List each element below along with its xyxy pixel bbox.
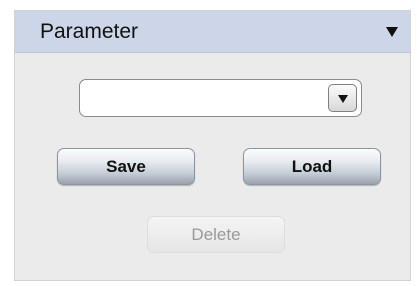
panel-header[interactable]: Parameter [15, 11, 410, 53]
load-button[interactable]: Load [243, 148, 381, 185]
delete-button[interactable]: Delete [147, 216, 285, 253]
panel-title: Parameter [40, 20, 139, 43]
save-button[interactable]: Save [57, 148, 195, 185]
parameter-select-dropdown-button[interactable] [328, 84, 357, 112]
collapse-triangle-icon[interactable] [386, 27, 398, 37]
parameter-select[interactable] [79, 79, 362, 117]
chevron-down-icon [338, 95, 348, 103]
parameter-panel: Parameter Save Load Delete [14, 10, 411, 281]
